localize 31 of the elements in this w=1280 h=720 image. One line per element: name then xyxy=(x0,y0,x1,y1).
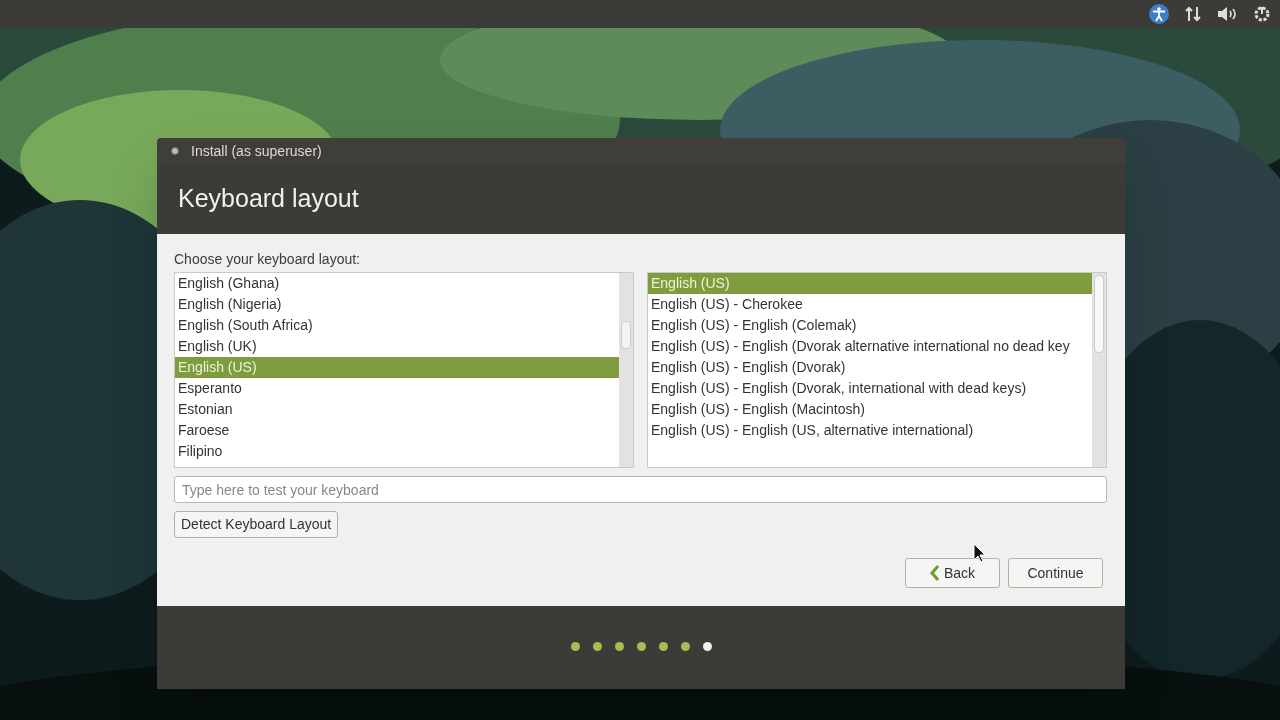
page-heading: Keyboard layout xyxy=(178,183,359,215)
list-item[interactable]: Esperanto xyxy=(175,378,619,399)
list-item[interactable]: English (US) - English (Dvorak alternative international no dead key xyxy=(648,336,1092,357)
test-input-field[interactable]: Type here to test your keyboard xyxy=(174,476,1107,503)
list-item[interactable]: English (US) - English (Colemak) xyxy=(648,315,1092,336)
list-item[interactable]: Faroese xyxy=(175,420,619,441)
continue-button[interactable]: Continue xyxy=(1008,558,1103,588)
back-button[interactable]: Back xyxy=(905,558,1000,588)
list-item[interactable]: English (Nigeria) xyxy=(175,294,619,315)
scrollbar[interactable] xyxy=(619,273,633,467)
list-item[interactable]: English (US) - English (Macintosh) xyxy=(648,399,1092,420)
window-control[interactable] xyxy=(171,147,179,155)
list-item[interactable]: English (South Africa) xyxy=(175,315,619,336)
detect-button[interactable]: Detect Keyboard Layout xyxy=(174,511,339,538)
list-item[interactable]: Filipino xyxy=(175,441,619,462)
mouse-pointer-icon xyxy=(973,543,986,563)
list-item[interactable]: English (US) - English (Dvorak) xyxy=(648,357,1092,378)
settings-icon[interactable] xyxy=(1252,4,1272,24)
prompt-label: Choose your keyboard layout: xyxy=(174,250,361,268)
accessibility-icon[interactable] xyxy=(1148,3,1170,25)
chevron-left-icon xyxy=(929,565,940,581)
network-icon[interactable] xyxy=(1184,5,1202,23)
list-item[interactable]: English (US) - Cherokee xyxy=(648,294,1092,315)
list-item[interactable]: Estonian xyxy=(175,399,619,420)
list-item[interactable]: English (Ghana) xyxy=(175,273,619,294)
list-item[interactable]: English (UK) xyxy=(175,336,619,357)
list-item[interactable]: English (US) - English (US, alternative international) xyxy=(648,420,1092,441)
window-title: Install (as superuser) xyxy=(191,141,322,161)
scrollbar[interactable] xyxy=(1092,273,1106,467)
list-item[interactable]: English (US) - English (Dvorak, international with dead keys) xyxy=(648,378,1092,399)
volume-icon[interactable] xyxy=(1216,5,1238,23)
